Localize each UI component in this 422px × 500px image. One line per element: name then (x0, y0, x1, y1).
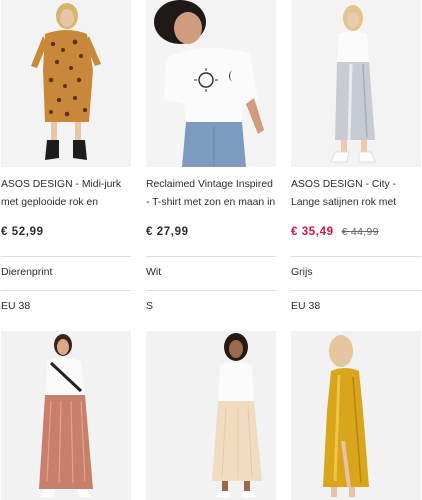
product-price: € 27,99 (146, 226, 189, 238)
tshirt-photo-icon (146, 0, 276, 167)
product-color: Wit (146, 266, 162, 278)
product-image[interactable] (146, 331, 276, 500)
product-title[interactable]: ASOS DESIGN - City - Lange satijnen rok … (291, 176, 422, 212)
product-color: Grijs (291, 266, 313, 278)
pink-satin-skirt-photo-icon (1, 331, 131, 500)
product-image[interactable] (291, 331, 421, 500)
product-size: EU 38 (291, 300, 321, 312)
cream-satin-skirt-photo-icon (146, 331, 276, 500)
divider (1, 290, 131, 291)
product-title[interactable]: Reclaimed Vintage Inspired - T-shirt met… (146, 176, 278, 212)
divider (1, 256, 131, 257)
product-grid: ASOS DESIGN - Midi-jurk met geplooide ro… (0, 0, 422, 500)
product-title[interactable]: ASOS DESIGN - Midi-jurk met geplooide ro… (1, 176, 133, 212)
price-row: € 35,49 € 44,99 (291, 222, 421, 240)
product-size: EU 38 (1, 300, 31, 312)
product-original-price: € 44,99 (341, 226, 379, 238)
divider (291, 290, 421, 291)
price-row: € 52,99 (1, 222, 131, 240)
satin-skirt-photo-icon (291, 0, 421, 167)
product-card: ASOS DESIGN - City - Lange satijnen rok … (291, 0, 421, 500)
price-row: € 27,99 (146, 222, 276, 240)
product-price: € 52,99 (1, 226, 44, 238)
product-image[interactable] (1, 331, 131, 500)
leopard-dress-photo-icon (1, 0, 131, 167)
mustard-satin-dress-photo-icon (291, 331, 421, 500)
product-image[interactable] (1, 0, 131, 167)
product-card: ASOS DESIGN - Midi-jurk met geplooide ro… (1, 0, 131, 500)
divider (146, 290, 276, 291)
product-image[interactable] (291, 0, 421, 167)
product-sale-price: € 35,49 (291, 226, 334, 238)
product-card: Reclaimed Vintage Inspired - T-shirt met… (146, 0, 276, 500)
divider (146, 256, 276, 257)
product-image[interactable] (146, 0, 276, 167)
product-color: Dierenprint (1, 266, 53, 278)
divider (291, 256, 421, 257)
product-size: S (146, 300, 154, 312)
